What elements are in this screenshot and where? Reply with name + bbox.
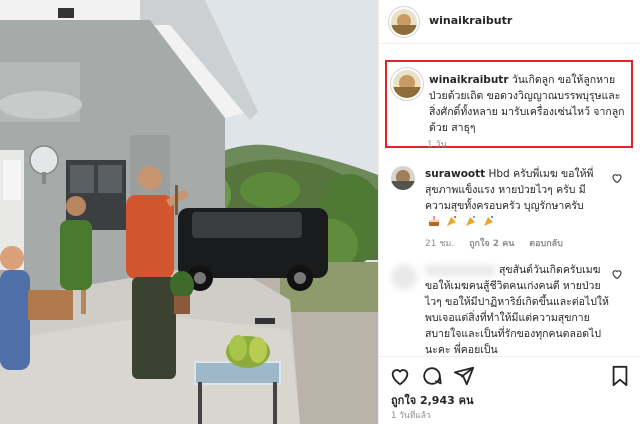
comment-item: surawoott Hbd ครับพี่เมฆ ขอให้พี่สุขภาพแ… [379, 166, 640, 254]
comment-icon[interactable] [421, 365, 443, 387]
post-sidebar: winaikraibutr winaikraibutr วันเกิดลูก ข… [378, 0, 640, 424]
caption-highlight: winaikraibutr วันเกิดลูก ขอให้ลูกหายป่วย… [385, 60, 633, 148]
author-avatar[interactable] [391, 9, 417, 35]
comment-text-block: surawoott Hbd ครับพี่เมฆ ขอให้พี่สุขภาพแ… [425, 166, 609, 230]
comment-emojis [425, 214, 495, 230]
post-photo[interactable] [0, 0, 378, 424]
party-emoji-icon [446, 215, 458, 227]
party-emoji-icon [465, 215, 477, 227]
share-icon[interactable] [453, 365, 475, 387]
author-username[interactable]: winaikraibutr [429, 14, 512, 27]
comment-item: สุขสันต์วันเกิดครับเมฆ ขอให้เมฆคนสู้ชีวิ… [379, 262, 640, 356]
caption-avatar[interactable] [393, 70, 421, 98]
caption-time: 1 วัน [427, 140, 447, 150]
comment-like-heart-icon[interactable] [611, 268, 623, 280]
comment-likes[interactable]: ถูกใจ 2 คน [469, 239, 514, 249]
commenter-avatar[interactable] [391, 166, 415, 190]
comment-username[interactable]: surawoott [425, 168, 485, 180]
action-bar [379, 356, 640, 390]
comment-meta: 21 ชม. ถูกใจ 2 คน ตอบกลับ [425, 236, 575, 250]
comment-time[interactable]: 21 ชม. [425, 239, 454, 249]
bookmark-icon[interactable] [609, 365, 631, 387]
comment-text: สุขสันต์วันเกิดครับเมฆ ขอให้เมฆคนสู้ชีวิ… [425, 264, 609, 356]
party-emoji-icon [483, 215, 495, 227]
comment-text-block: สุขสันต์วันเกิดครับเมฆ ขอให้เมฆคนสู้ชีวิ… [425, 262, 609, 358]
comment-like-heart-icon[interactable] [611, 172, 623, 184]
caption-text-block: winaikraibutr วันเกิดลูก ขอให้ลูกหายป่วย… [429, 72, 629, 136]
like-count[interactable]: ถูกใจ 2,943 คน [391, 391, 473, 409]
caption-username[interactable]: winaikraibutr [429, 74, 509, 86]
commenter-avatar[interactable] [391, 264, 417, 290]
cake-emoji-icon [428, 215, 440, 227]
post-header: winaikraibutr [379, 0, 640, 44]
posted-time[interactable]: 1 วันที่แล้ว [391, 408, 431, 422]
comment-reply-button[interactable]: ตอบกลับ [529, 239, 563, 249]
heart-icon[interactable] [389, 365, 411, 387]
